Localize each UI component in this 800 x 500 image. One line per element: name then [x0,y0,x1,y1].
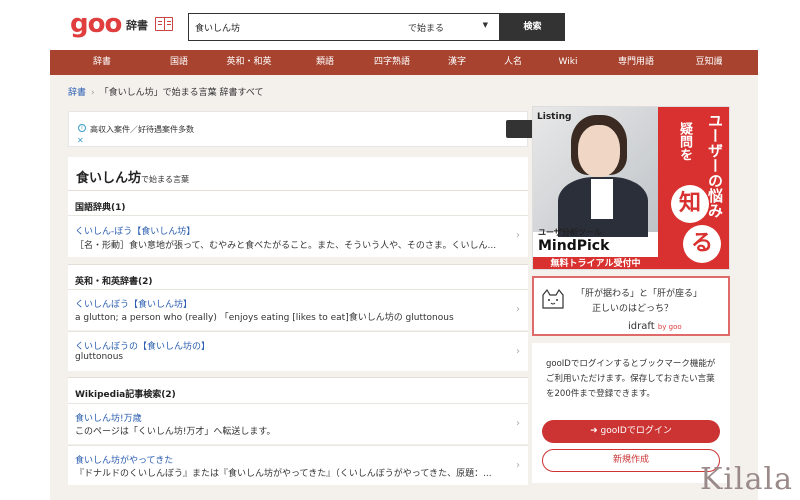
search-mode-label: で始まる [408,24,445,34]
ad-question-line2: 正しいのはどっち？ [592,304,674,314]
category-nav: 辞書 国語 英和・和英 類語 四字熟語 漢字 人名 Wiki 専門用語 豆知識 [50,50,758,75]
chevron-right-icon: › [516,230,520,241]
entry-description: a glutton; a person who (really) 「enjoys… [75,313,454,323]
list-item[interactable]: くいしんぼうの【食いしん坊の】 gluttonous › [68,331,528,371]
mindpick-ad-banner[interactable]: Listing ユーザーの悩み 疑問を 知 る ユーザ分析ツール MindPic… [532,106,730,270]
breadcrumb: 辞書 › 「食いしん坊」で始まる言葉 辞書すべて [68,85,264,98]
search-box: で始まる ▼ [188,13,500,41]
ad-headline-left: 疑問を [677,122,692,161]
book-icon [155,17,173,31]
search-term: 食いしん坊 [76,171,142,186]
nav-item-japanese[interactable]: 国語 [154,50,204,75]
login-button-label: gooIDでログイン [600,426,672,436]
nav-item-names[interactable]: 人名 [486,50,540,75]
entry-title[interactable]: 食いしん坊!万歳 [75,411,142,424]
shirt-shape [591,179,613,219]
search-term-suffix: で始まる言葉 [141,175,190,184]
entry-title[interactable]: くいしんぼうの【食いしん坊の】 [75,339,210,352]
watermark: Kilala [700,462,793,497]
entry-description: このページは「くいしん坊!万才」へ転送します。 [75,427,276,437]
breadcrumb-separator-icon: › [91,88,95,98]
nav-item-wiki[interactable]: Wiki [540,50,596,75]
search-mode-select[interactable]: で始まる ▼ [404,14,498,40]
face-shape [578,125,620,177]
ad-product-name: MindPick [538,238,610,254]
entry-title[interactable]: くいしんぼう【食いしん坊】 [75,297,192,310]
list-item[interactable]: くいしんぼう【食いしん坊】 a glutton; a person who (r… [68,289,528,330]
businesswoman-photo [533,107,658,237]
idraft-ad-banner[interactable]: 「肝が据わる」と「肝が座る」 正しいのはどっち？ idraft by goo [532,276,730,336]
nav-item-dictionary[interactable]: 辞書 [50,50,154,75]
idraft-logo: idraft by goo [628,321,682,332]
goo-logo[interactable]: goo [70,11,122,37]
section-heading-kokugo: 国語辞典(1) [68,190,528,218]
entry-description: 『ドナルドのくいしんぼう』または『食いしん坊がやってきた』（くいしんぼうがやって… [75,469,492,479]
nav-item-kanji[interactable]: 漢字 [428,50,486,75]
ad-text[interactable]: 高収入案件／好待遇案件多数 [90,124,194,135]
dropdown-caret-icon: ▼ [482,21,488,29]
search-input[interactable] [189,14,399,40]
list-item[interactable]: 食いしん坊!万歳 このページは「くいしん坊!万才」へ転送します。 › [68,403,528,444]
login-description: gooIDでログインするとブックマーク機能がご利用いただけます。保存しておきたい… [546,359,716,399]
info-icon[interactable]: i [78,124,86,132]
nav-item-english[interactable]: 英和・和英 [204,50,294,75]
section-heading-eiwa: 英和・和英辞書(2) [68,264,528,292]
dictionary-label[interactable]: 辞書 [126,17,148,33]
idraft-byline: by goo [657,323,682,331]
header: goo 辞書 で始まる ▼ 検索 [0,0,800,50]
chevron-right-icon: › [516,460,520,471]
section-heading-wikipedia: Wikipedia記事検索(2) [68,377,528,405]
close-icon[interactable]: ✕ [77,136,84,145]
entry-title[interactable]: くいしん-ぼう【食いしん坊】 [75,224,195,237]
cat-icon [542,288,564,309]
breadcrumb-home[interactable]: 辞書 [68,88,86,98]
nav-item-trivia[interactable]: 豆知識 [676,50,742,75]
ad-tool-label: ユーザ分析ツール [538,228,602,237]
ad-bubble-ru: る [683,225,721,263]
login-icon: ➜ [590,426,601,436]
search-button[interactable]: 検索 [500,13,565,41]
login-button[interactable]: ➜ gooIDでログイン [542,420,720,443]
list-item[interactable]: 食いしん坊がやってきた 『ドナルドのくいしんぼう』または『食いしん坊がやってきた… [68,445,528,485]
nav-item-thesaurus[interactable]: 類語 [294,50,356,75]
nav-item-technical[interactable]: 専門用語 [596,50,676,75]
ad-question-line1: 「肝が据わる」と「肝が座る」 [576,289,703,299]
entry-description: gluttonous [75,352,124,362]
chevron-right-icon: › [516,418,520,429]
ad-bar: i 高収入案件／好待遇案件多数 ✕ 開く [68,111,582,147]
signup-button[interactable]: 新規作成 [542,449,720,472]
nav-item-yojijukugo[interactable]: 四字熟語 [356,50,428,75]
entry-title[interactable]: 食いしん坊がやってきた [75,453,173,466]
listing-logo: Listing [537,112,572,122]
list-item[interactable]: くいしん-ぼう【食いしん坊】 ［名・形動］食い意地が張って、むやみと食べたがるこ… [68,215,528,257]
chevron-right-icon: › [516,346,520,357]
entry-description: ［名・形動］食い意地が張って、むやみと食べたがること。また、そういう人や、そのさ… [75,241,497,251]
ad-bubble-shiru: 知 [671,185,709,223]
breadcrumb-current: 「食いしん坊」で始まる言葉 辞書すべて [99,88,264,98]
page-title: 食いしん坊で始まる言葉 [76,167,189,186]
idraft-name: idraft [628,321,655,332]
ad-trial-label: 無料トライアル受付中 [533,257,658,269]
chevron-right-icon: › [516,304,520,315]
